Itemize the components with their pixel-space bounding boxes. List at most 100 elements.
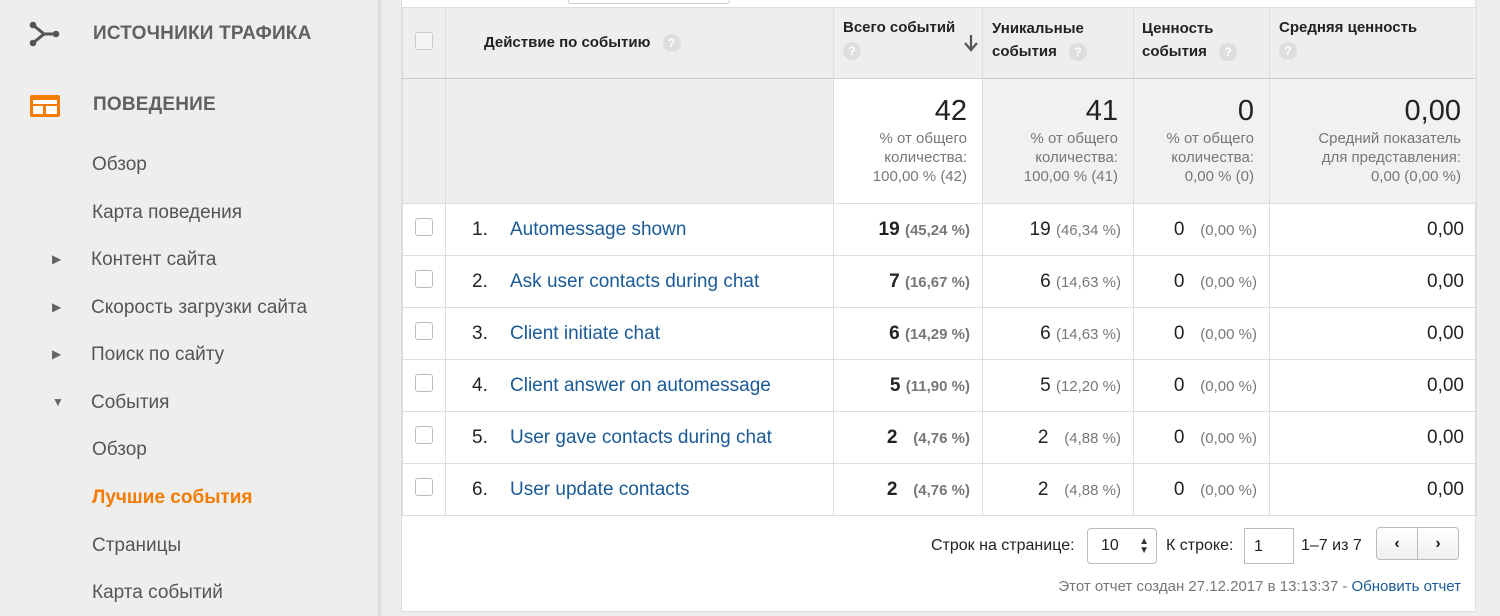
total-caption: 100,00 % (42) <box>872 168 967 185</box>
event-link[interactable]: Client initiate chat <box>510 323 660 344</box>
sidebar-item-label: Карта поведения <box>92 202 243 223</box>
total-caption: 0,00 % (0) <box>1184 168 1254 185</box>
sidebar-item-label: События <box>91 392 170 413</box>
help-icon[interactable]: ? <box>1279 42 1297 60</box>
sidebar-section-traffic-sources[interactable]: Источники трафика <box>0 9 378 59</box>
sidebar-item-site-speed[interactable]: ▶ Скорость загрузки сайта <box>0 290 378 326</box>
select-all-checkbox[interactable] <box>415 32 433 50</box>
row-checkbox[interactable] <box>415 269 433 288</box>
average-value-cell: 0,00 <box>1269 203 1477 256</box>
report-created-info: Этот отчет создан 27.12.2017 в 13:13:37 … <box>1058 578 1461 595</box>
cell-value: 0,00 <box>1427 270 1464 292</box>
header-label: Уникальные <box>992 20 1084 37</box>
help-icon[interactable]: ? <box>1069 43 1088 62</box>
help-icon[interactable]: ? <box>1219 43 1238 62</box>
prev-page-button[interactable]: ‹ <box>1377 528 1418 559</box>
sidebar-item-site-search[interactable]: ▶ Поиск по сайту <box>0 337 378 373</box>
row-select-cell <box>402 411 446 464</box>
help-icon[interactable]: ? <box>662 34 681 53</box>
total-value: 0,00 <box>1404 95 1461 127</box>
sidebar-section-label: Поведение <box>93 94 216 115</box>
total-events-cell: 2 (4,76 %) <box>833 463 983 516</box>
cell-value: 0 <box>1173 374 1185 396</box>
cell-value: 0 <box>1173 322 1185 344</box>
event-link[interactable]: Client answer on automessage <box>510 375 771 396</box>
row-number: 4. <box>472 374 488 396</box>
event-action-cell: 2. Ask user contacts during chat <box>445 255 834 308</box>
cell-value: 0 <box>1173 218 1185 240</box>
event-value-cell: 0 (0,00 %) <box>1133 203 1270 256</box>
sidebar-section-behavior[interactable]: Поведение <box>0 80 378 130</box>
total-caption: 0,00 (0,00 %) <box>1370 168 1461 185</box>
sidebar-item-pages[interactable]: Страницы <box>0 528 378 564</box>
row-checkbox[interactable] <box>415 477 433 496</box>
rows-per-page-value: 10 <box>1101 537 1119 554</box>
sidebar-item-top-events[interactable]: Лучшие события <box>0 480 378 516</box>
sidebar-item-label: Обзор <box>92 439 147 460</box>
goto-row-input[interactable]: 1 <box>1244 528 1294 564</box>
sidebar-item-label: Обзор <box>92 154 147 175</box>
sidebar-section-label: Источники трафика <box>93 23 312 44</box>
cell-percent: (0,00 %) <box>1200 481 1257 499</box>
sidebar-item-site-content[interactable]: ▶ Контент сайта <box>0 242 378 278</box>
row-number: 3. <box>472 322 488 344</box>
row-checkbox[interactable] <box>415 217 433 236</box>
cell-value: 6 <box>889 322 900 344</box>
total-events-cell: 6 (14,29 %) <box>833 307 983 360</box>
header-label: Средняя ценность <box>1279 19 1418 36</box>
expand-arrow-icon: ▶ <box>52 252 62 266</box>
event-link[interactable]: User update contacts <box>510 479 690 500</box>
header-label: Ценность <box>1142 20 1214 37</box>
cell-value: 7 <box>889 270 900 292</box>
sidebar-item-overview[interactable]: Обзор <box>0 147 378 183</box>
total-caption: % от общего <box>1030 130 1119 147</box>
event-value-cell: 0 (0,00 %) <box>1133 411 1270 464</box>
sidebar-item-events-overview[interactable]: Обзор <box>0 432 378 468</box>
header-total-events[interactable]: Всего событий ? <box>833 7 983 79</box>
row-range-text: 1–7 из 7 <box>1301 537 1362 554</box>
next-page-button[interactable]: › <box>1418 528 1458 559</box>
row-checkbox[interactable] <box>415 373 433 392</box>
row-checkbox[interactable] <box>415 425 433 444</box>
header-average-value[interactable]: Средняя ценность ? <box>1269 7 1477 79</box>
table-row: 3. Client initiate chat 6 (14,29 %) 6 (14… <box>402 307 1477 360</box>
help-icon[interactable]: ? <box>843 42 861 60</box>
rows-per-page-select[interactable]: 10 ▲ ▼ <box>1087 528 1157 564</box>
totals-empty-cell <box>445 78 834 204</box>
event-action-cell: 4. Client answer on automessage <box>445 359 834 412</box>
header-event-action[interactable]: Действие по событию ? <box>445 7 834 79</box>
cell-value: 0,00 <box>1427 426 1464 448</box>
cell-value: 0 <box>1173 426 1185 448</box>
unique-events-cell: 2 (4,88 %) <box>982 463 1134 516</box>
sidebar-item-behavior-flow[interactable]: Карта поведения <box>0 195 378 231</box>
cell-percent: (45,24 %) <box>904 221 970 239</box>
total-value: 41 <box>1085 95 1118 127</box>
table-row: 1. Automessage shown 19 (45,24 %) 19 (46,… <box>402 203 1477 256</box>
average-value-cell: 0,00 <box>1269 411 1477 464</box>
cell-value: 0,00 <box>1427 218 1464 240</box>
header-unique-events[interactable]: Уникальные события ? <box>982 7 1134 79</box>
cell-percent: (0,00 %) <box>1200 325 1257 343</box>
cell-value: 2 <box>886 478 898 500</box>
cell-value: 5 <box>889 374 901 396</box>
event-action-cell: 6. User update contacts <box>445 463 834 516</box>
event-value-cell: 0 (0,00 %) <box>1133 307 1270 360</box>
event-link[interactable]: Ask user contacts during chat <box>510 271 759 292</box>
total-events-cell: 2 (4,76 %) <box>833 411 983 464</box>
cell-percent: (11,90 %) <box>905 377 970 395</box>
row-checkbox[interactable] <box>415 321 433 340</box>
cell-value: 0 <box>1173 478 1185 500</box>
event-value-cell: 0 (0,00 %) <box>1133 255 1270 308</box>
sidebar-item-events[interactable]: ▼ События <box>0 385 378 421</box>
total-caption: % от общего <box>1166 130 1255 147</box>
cell-percent: (0,00 %) <box>1200 221 1257 239</box>
header-event-value[interactable]: Ценность события ? <box>1133 7 1270 79</box>
table-row: 4. Client answer on automessage 5 (11,90 … <box>402 359 1477 412</box>
sidebar-item-events-flow[interactable]: Карта событий <box>0 575 378 611</box>
row-select-cell <box>402 307 446 360</box>
traffic-sources-icon <box>29 21 60 47</box>
event-link[interactable]: Automessage shown <box>510 219 686 240</box>
total-caption: количества: <box>884 149 967 166</box>
event-link[interactable]: User gave contacts during chat <box>510 427 772 448</box>
refresh-report-link[interactable]: Обновить отчет <box>1352 578 1462 595</box>
